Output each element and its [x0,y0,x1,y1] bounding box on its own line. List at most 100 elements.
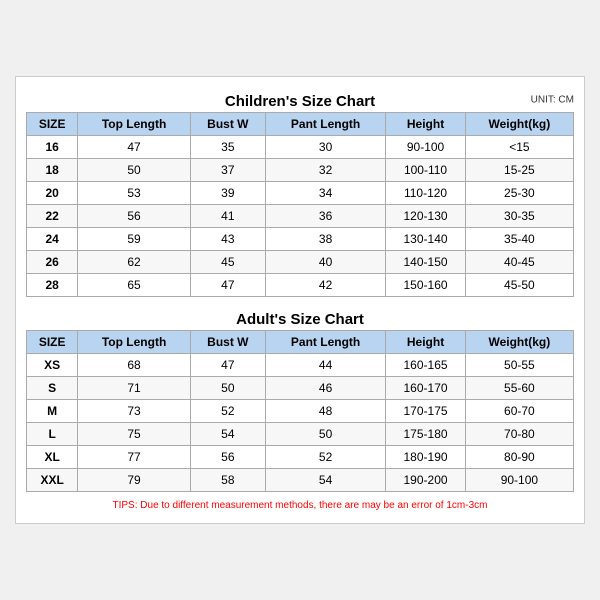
adult-size-table: SIZE Top Length Bust W Pant Length Heigh… [26,330,574,492]
adults-title: Adult's Size Chart [236,311,364,328]
table-row: 24594338130-14035-40 [27,228,574,251]
col-header-height: Height [386,331,465,354]
table-cell: 34 [265,182,385,205]
table-cell: 25-30 [465,182,573,205]
table-cell: 65 [78,274,191,297]
table-cell: 44 [265,354,385,377]
col-header-size: SIZE [27,331,78,354]
table-cell: XL [27,446,78,469]
table-cell: 70-80 [465,423,573,446]
table-cell: 56 [78,205,191,228]
table-row: XXL795854190-20090-100 [27,469,574,492]
adults-section-title: Adult's Size Chart [26,305,574,330]
children-section-title: Children's Size Chart UNIT: CM [26,87,574,112]
table-cell: 26 [27,251,78,274]
table-row: 20533934110-12025-30 [27,182,574,205]
table-cell: 80-90 [465,446,573,469]
table-cell: 38 [265,228,385,251]
table-cell: 40-45 [465,251,573,274]
table-cell: 170-175 [386,400,465,423]
table-cell: M [27,400,78,423]
table-cell: 110-120 [386,182,465,205]
table-cell: 60-70 [465,400,573,423]
table-cell: 58 [190,469,265,492]
table-cell: 47 [190,274,265,297]
col-header-top-length: Top Length [78,113,191,136]
table-cell: 71 [78,377,191,400]
table-cell: 50 [190,377,265,400]
table-cell: 20 [27,182,78,205]
table-row: 1647353090-100<15 [27,136,574,159]
table-cell: 41 [190,205,265,228]
table-cell: S [27,377,78,400]
table-cell: 75 [78,423,191,446]
table-cell: 35-40 [465,228,573,251]
table-cell: 68 [78,354,191,377]
table-row: 28654742150-16045-50 [27,274,574,297]
table-row: XL775652180-19080-90 [27,446,574,469]
table-cell: 120-130 [386,205,465,228]
table-cell: 50-55 [465,354,573,377]
col-header-weight: Weight(kg) [465,113,573,136]
table-row: 18503732100-11015-25 [27,159,574,182]
col-header-bust-w: Bust W [190,331,265,354]
table-cell: 32 [265,159,385,182]
table-cell: 54 [265,469,385,492]
table-cell: 30 [265,136,385,159]
table-cell: XXL [27,469,78,492]
table-cell: XS [27,354,78,377]
col-header-pant-length: Pant Length [265,113,385,136]
table-cell: 150-160 [386,274,465,297]
table-row: 22564136120-13030-35 [27,205,574,228]
table-cell: 48 [265,400,385,423]
children-header-row: SIZE Top Length Bust W Pant Length Heigh… [27,113,574,136]
table-cell: 79 [78,469,191,492]
col-header-height: Height [386,113,465,136]
table-cell: 130-140 [386,228,465,251]
table-cell: 45-50 [465,274,573,297]
table-cell: 73 [78,400,191,423]
table-row: 26624540140-15040-45 [27,251,574,274]
table-row: S715046160-17055-60 [27,377,574,400]
table-cell: 56 [190,446,265,469]
table-cell: 39 [190,182,265,205]
table-cell: 46 [265,377,385,400]
table-cell: 35 [190,136,265,159]
table-cell: 50 [265,423,385,446]
table-cell: 37 [190,159,265,182]
table-cell: 40 [265,251,385,274]
col-header-pant-length: Pant Length [265,331,385,354]
children-size-table: SIZE Top Length Bust W Pant Length Heigh… [26,112,574,297]
table-cell: 175-180 [386,423,465,446]
table-cell: 160-165 [386,354,465,377]
table-cell: 45 [190,251,265,274]
table-row: L755450175-18070-80 [27,423,574,446]
table-row: M735248170-17560-70 [27,400,574,423]
table-cell: 100-110 [386,159,465,182]
table-cell: 53 [78,182,191,205]
table-cell: L [27,423,78,446]
table-cell: 77 [78,446,191,469]
table-cell: 62 [78,251,191,274]
table-cell: 50 [78,159,191,182]
table-cell: <15 [465,136,573,159]
table-cell: 52 [190,400,265,423]
table-cell: 140-150 [386,251,465,274]
table-cell: 30-35 [465,205,573,228]
col-header-weight: Weight(kg) [465,331,573,354]
table-cell: 24 [27,228,78,251]
table-cell: 42 [265,274,385,297]
col-header-size: SIZE [27,113,78,136]
table-cell: 43 [190,228,265,251]
adult-header-row: SIZE Top Length Bust W Pant Length Heigh… [27,331,574,354]
chart-container: Children's Size Chart UNIT: CM SIZE Top … [15,76,585,524]
table-cell: 180-190 [386,446,465,469]
children-title: Children's Size Chart [225,93,375,110]
table-cell: 90-100 [465,469,573,492]
table-cell: 47 [78,136,191,159]
col-header-bust-w: Bust W [190,113,265,136]
table-cell: 47 [190,354,265,377]
table-cell: 54 [190,423,265,446]
col-header-top-length: Top Length [78,331,191,354]
table-cell: 28 [27,274,78,297]
